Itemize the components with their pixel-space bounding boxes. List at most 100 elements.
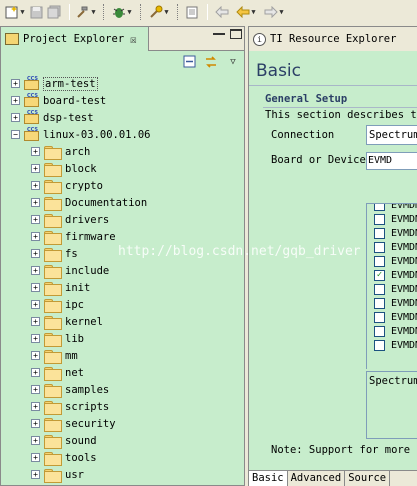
debug-icon[interactable]: ▼ [110, 3, 134, 21]
checkbox[interactable] [374, 297, 385, 309]
board-list-item[interactable]: EVMDM [367, 226, 417, 240]
collapse-all-icon[interactable] [182, 55, 196, 69]
tree-item-project[interactable]: − CCS linux-03.00.01.06 [1, 126, 244, 143]
board-filter-input[interactable]: EVMD [366, 152, 417, 170]
last-edit-icon[interactable] [213, 3, 231, 21]
tab-project-explorer[interactable]: Project Explorer ☒ [1, 27, 149, 51]
console-icon[interactable] [184, 3, 200, 21]
expand-icon[interactable]: + [31, 283, 40, 292]
expand-icon[interactable]: + [31, 436, 40, 445]
board-list-item[interactable]: EVMDM [367, 212, 417, 226]
board-name: EVMDM [391, 241, 417, 253]
board-list[interactable]: EVMDM EVMDM EVMDM EVMDM EVMDM ✓ EVMDM EVMDM EVMD… [366, 203, 417, 369]
tree-item-folder[interactable]: + mm [1, 347, 244, 364]
build-icon[interactable]: ▼ [75, 3, 97, 21]
board-list-item[interactable]: EVMDM [367, 338, 417, 352]
maximize-icon[interactable] [230, 29, 242, 39]
expand-icon[interactable]: + [31, 198, 40, 207]
folder-icon [44, 315, 62, 330]
run-tool-icon[interactable]: ▼ [147, 3, 171, 21]
expand-icon[interactable]: + [31, 147, 40, 156]
tree-item-folder[interactable]: + ipc [1, 296, 244, 313]
checkbox[interactable] [374, 213, 385, 225]
tree-item-folder[interactable]: + usr [1, 466, 244, 483]
tree-item-folder[interactable]: + Documentation [1, 194, 244, 211]
tree-item-folder[interactable]: + security [1, 415, 244, 432]
tree-item-folder[interactable]: + include [1, 262, 244, 279]
expand-icon[interactable]: + [31, 470, 40, 479]
expand-icon[interactable]: + [31, 181, 40, 190]
expand-icon[interactable]: + [11, 96, 20, 105]
board-list-item[interactable]: EVMDM [367, 324, 417, 338]
tree-item-folder[interactable]: + lib [1, 330, 244, 347]
expand-icon[interactable]: + [31, 215, 40, 224]
checkbox[interactable] [374, 283, 385, 295]
expand-icon[interactable]: + [11, 79, 20, 88]
folder-icon [44, 434, 62, 449]
checkbox[interactable] [374, 325, 385, 337]
expand-icon[interactable]: + [31, 402, 40, 411]
expand-icon[interactable]: + [31, 334, 40, 343]
view-menu-icon[interactable]: ▽ [226, 55, 240, 69]
expand-icon[interactable]: + [31, 300, 40, 309]
board-list-item[interactable]: EVMDM [367, 296, 417, 310]
board-list-item[interactable]: EVMDM [367, 282, 417, 296]
link-with-editor-icon[interactable] [204, 55, 218, 69]
new-wizard-icon[interactable]: ▼ [4, 3, 26, 21]
tree-item-folder[interactable]: + init [1, 279, 244, 296]
expand-icon[interactable]: + [31, 453, 40, 462]
expand-icon[interactable]: + [31, 317, 40, 326]
tree-item-folder[interactable]: + block [1, 160, 244, 177]
tree-item-folder[interactable]: + tools [1, 449, 244, 466]
tree-item-folder[interactable]: + samples [1, 381, 244, 398]
save-all-icon[interactable] [46, 3, 62, 21]
tree-item-folder[interactable]: + kernel [1, 313, 244, 330]
expand-icon[interactable]: + [11, 113, 20, 122]
folder-label: samples [65, 383, 110, 396]
tree-item-folder[interactable]: + arch [1, 143, 244, 160]
tree-item-folder[interactable]: + fs [1, 245, 244, 262]
back-icon[interactable]: ▼ [233, 3, 259, 21]
board-list-item[interactable]: EVMDM [367, 310, 417, 324]
close-icon[interactable]: ☒ [130, 33, 137, 46]
checkbox[interactable] [374, 339, 385, 351]
tree-item-project[interactable]: + CCS arm-test [1, 75, 244, 92]
board-list-item[interactable]: EVMDM [367, 254, 417, 268]
connection-select[interactable]: Spectrum [366, 125, 417, 145]
tab-advanced[interactable]: Advanced [287, 471, 346, 486]
selected-board-text: Spectrum [366, 371, 417, 439]
folder-label: crypto [65, 179, 103, 192]
checkbox[interactable] [374, 311, 385, 323]
board-list-item[interactable]: EVMDM [367, 204, 417, 212]
tab-basic[interactable]: Basic [249, 471, 288, 486]
expand-icon[interactable]: + [31, 232, 40, 241]
board-list-item[interactable]: ✓ EVMDM [367, 268, 417, 282]
expand-icon[interactable]: + [31, 368, 40, 377]
tree-item-folder[interactable]: + sound [1, 432, 244, 449]
tree-item-folder[interactable]: + net [1, 364, 244, 381]
board-list-item[interactable]: EVMDM [367, 240, 417, 254]
checkbox[interactable] [374, 204, 385, 211]
collapse-icon[interactable]: − [11, 130, 20, 139]
tree-item-project[interactable]: + CCS dsp-test [1, 109, 244, 126]
expand-icon[interactable]: + [31, 351, 40, 360]
checkbox[interactable]: ✓ [374, 269, 385, 281]
tree-item-folder[interactable]: + scripts [1, 398, 244, 415]
expand-icon[interactable]: + [31, 385, 40, 394]
checkbox[interactable] [374, 255, 385, 267]
expand-icon[interactable]: + [31, 419, 40, 428]
tab-source[interactable]: Source [345, 471, 391, 486]
tree-item-folder[interactable]: + crypto [1, 177, 244, 194]
forward-icon[interactable]: ▼ [261, 3, 287, 21]
tree-item-folder[interactable]: + firmware [1, 228, 244, 245]
tree-item-project[interactable]: + CCS board-test [1, 92, 244, 109]
checkbox[interactable] [374, 241, 385, 253]
minimize-icon[interactable] [213, 29, 225, 35]
expand-icon[interactable]: + [31, 249, 40, 258]
tree-item-folder[interactable]: + drivers [1, 211, 244, 228]
expand-icon[interactable]: + [31, 266, 40, 275]
tab-ti-resource-explorer[interactable]: i TI Resource Explorer [249, 27, 417, 51]
save-icon[interactable] [28, 3, 44, 21]
expand-icon[interactable]: + [31, 164, 40, 173]
checkbox[interactable] [374, 227, 385, 239]
